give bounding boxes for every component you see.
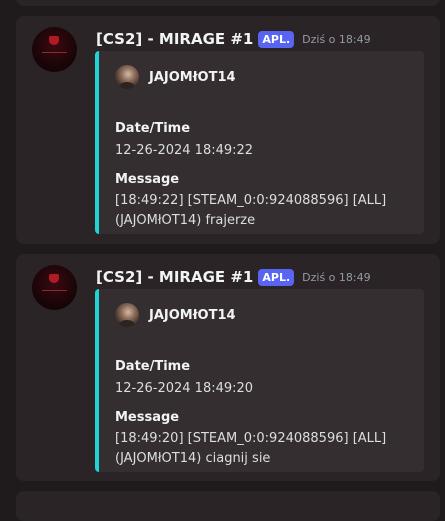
field-name-datetime: Date/Time	[115, 359, 191, 374]
logo-divider	[42, 52, 67, 53]
embed-author-avatar	[115, 65, 139, 89]
author-name[interactable]: [CS2] - MIRAGE #1	[96, 268, 253, 286]
message-card-previous	[16, 0, 440, 6]
message-card: [CS2] - MIRAGE #1 APL. Dziś o 18:49 JAJO…	[16, 254, 440, 481]
embed-author-name: JAJOMłOT14	[149, 69, 236, 85]
timestamp[interactable]: Dziś o 18:49	[302, 271, 370, 284]
logo-divider	[42, 290, 67, 291]
embed-author: JAJOMłOT14	[115, 303, 236, 327]
field-name-message: Message	[115, 172, 180, 187]
message-header: [CS2] - MIRAGE #1 APL. Dziś o 18:49	[96, 266, 371, 288]
message-header: [CS2] - MIRAGE #1 APL. Dziś o 18:49	[96, 28, 371, 50]
app-badge: APL.	[258, 268, 295, 286]
author-name[interactable]: [CS2] - MIRAGE #1	[96, 30, 253, 48]
embed: JAJOMłOT14 Date/Time 12-26-2024 18:49:22…	[95, 51, 424, 234]
embed-author-name: JAJOMłOT14	[149, 307, 236, 323]
timestamp[interactable]: Dziś o 18:49	[302, 33, 370, 46]
field-value-message: [18:49:22] [STEAM_0:0:924088596] [ALL] (…	[115, 193, 387, 228]
message-card-next	[16, 491, 440, 521]
bot-avatar[interactable]	[32, 265, 77, 310]
field-name-datetime: Date/Time	[115, 121, 191, 136]
field-value-message: [18:49:20] [STEAM_0:0:924088596] [ALL] (…	[115, 431, 387, 466]
logo-mark-icon	[49, 274, 59, 283]
logo-mark-icon	[49, 36, 59, 45]
embed-author-avatar	[115, 303, 139, 327]
field-name-message: Message	[115, 410, 180, 425]
app-badge: APL.	[258, 30, 295, 48]
field-value-datetime: 12-26-2024 18:49:22	[115, 143, 254, 158]
embed: JAJOMłOT14 Date/Time 12-26-2024 18:49:20…	[95, 289, 424, 472]
field-value-datetime: 12-26-2024 18:49:20	[115, 381, 254, 396]
embed-author: JAJOMłOT14	[115, 65, 236, 89]
bot-avatar[interactable]	[32, 27, 77, 72]
message-card: [CS2] - MIRAGE #1 APL. Dziś o 18:49 JAJO…	[16, 16, 440, 244]
